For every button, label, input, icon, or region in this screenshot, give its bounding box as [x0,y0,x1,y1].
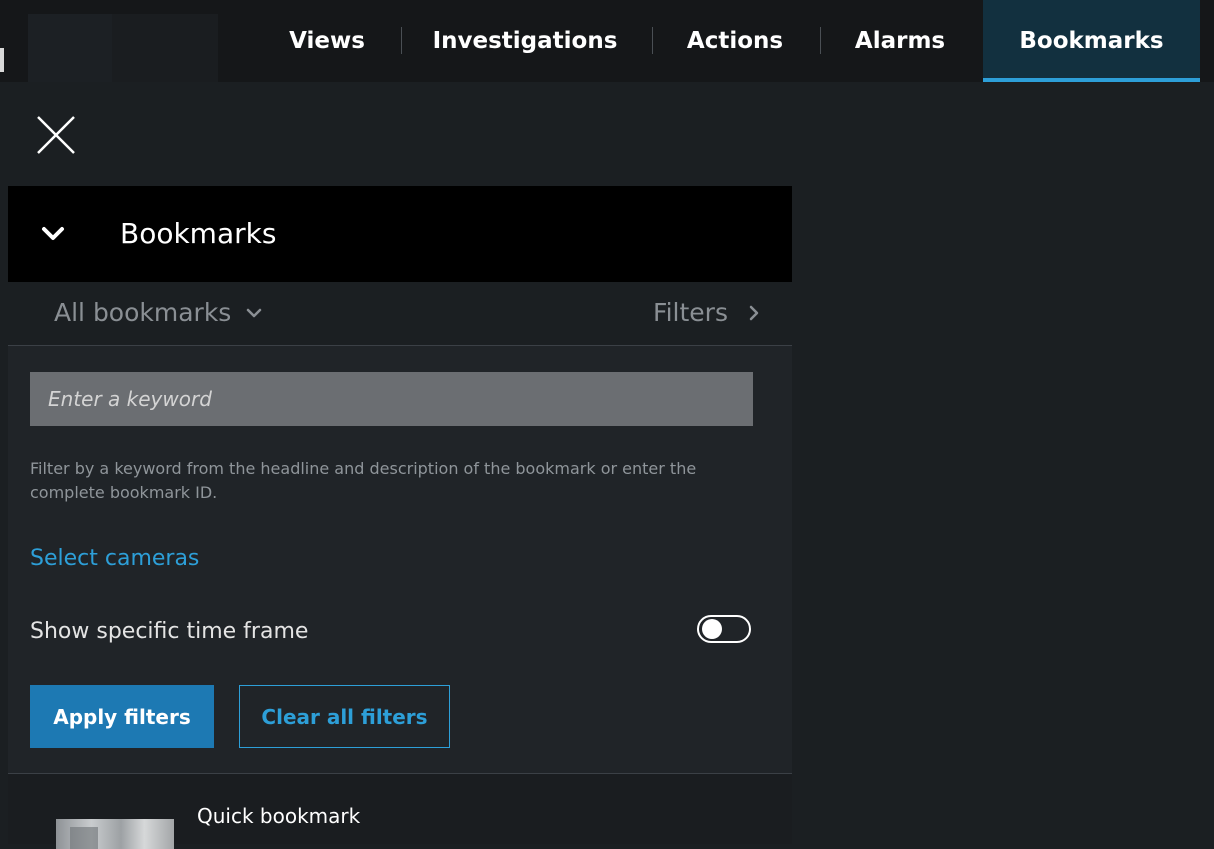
logo-area [28,14,218,82]
bookmarks-panel: Bookmarks All bookmarks Filters Filter b… [8,186,792,849]
tab-alarms[interactable]: Alarms [836,0,964,82]
chevron-down-icon [247,308,262,317]
tab-divider [820,27,821,54]
close-icon[interactable] [36,115,76,155]
bookmark-thumbnail [56,819,174,849]
tab-views[interactable]: Views [270,0,384,82]
chevron-right-icon [749,305,759,320]
toggle-knob [702,619,722,639]
keyword-help-text: Filter by a keyword from the headline an… [30,459,697,502]
scope-dropdown[interactable]: All bookmarks [54,298,263,327]
panel-header: Bookmarks [8,186,792,282]
filters-label: Filters [653,298,728,327]
select-cameras-link[interactable]: Select cameras [30,546,199,571]
scope-dropdown-label: All bookmarks [54,298,232,327]
tab-divider [401,27,402,54]
main-area: Bookmarks All bookmarks Filters Filter b… [0,82,1214,849]
edge-fragment [0,48,4,72]
filters-link[interactable]: Filters [653,298,760,327]
clear-all-filters-button[interactable]: Clear all filters [239,685,450,748]
keyword-input[interactable] [30,372,753,426]
tab-divider [652,27,653,54]
logo-block [28,14,112,82]
time-frame-label: Show specific time frame [30,619,309,644]
tab-bookmarks[interactable]: Bookmarks [983,0,1200,82]
bookmark-title: Quick bookmark [197,804,361,828]
panel-title: Bookmarks [120,217,277,250]
list-item[interactable]: Quick bookmark [8,774,792,849]
tab-investigations[interactable]: Investigations [418,0,632,82]
apply-filters-button[interactable]: Apply filters [30,685,214,748]
top-navigation-bar: Views Investigations Actions Alarms Book… [0,0,1214,82]
bookmarks-subbar: All bookmarks Filters [8,282,792,346]
tab-actions[interactable]: Actions [670,0,800,82]
chevron-down-icon[interactable] [40,223,66,245]
time-frame-toggle[interactable] [697,615,751,643]
